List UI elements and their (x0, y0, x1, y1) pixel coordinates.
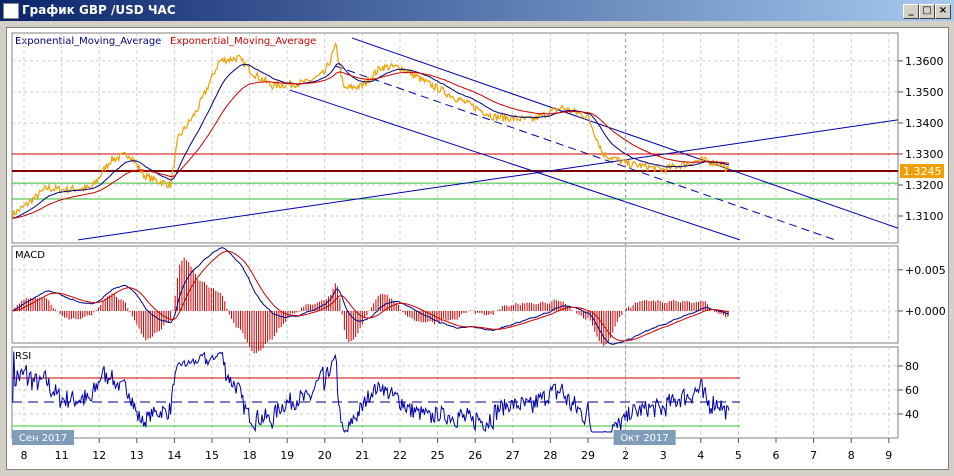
y-tick-label: +0.005 (905, 264, 946, 277)
trend-line (351, 37, 898, 229)
x-tick-label: 11 (55, 449, 69, 462)
x-tick-label: 12 (92, 449, 106, 462)
ema-slow-line (12, 71, 730, 219)
x-tick-label: 26 (468, 449, 482, 462)
x-tick-label: 6 (773, 449, 780, 462)
y-tick-label: 40 (905, 408, 919, 421)
month-label: Сен 2017 (19, 433, 67, 444)
x-tick-label: 15 (205, 449, 219, 462)
x-tick-label: 9 (885, 449, 892, 462)
legend-ema-slow: Exponential_Moving_Average (170, 36, 316, 47)
y-tick-label: 1.3600 (905, 55, 944, 68)
x-tick-label: 20 (318, 449, 332, 462)
chart-svg[interactable]: Exponential_Moving_Average Exponential_M… (0, 0, 954, 476)
x-tick-label: 22 (393, 449, 407, 462)
x-tick-label: 8 (848, 449, 855, 462)
rsi-title: RSI (15, 351, 31, 362)
y-tick-label: 1.3100 (905, 210, 944, 223)
y-tick-label: +0.000 (905, 305, 946, 318)
x-tick-label: 19 (280, 449, 294, 462)
y-tick-label: 80 (905, 360, 919, 373)
x-tick-label: 13 (130, 449, 144, 462)
macd-line (12, 247, 730, 345)
y-tick-label: 1.3400 (905, 117, 944, 130)
ema-fast-line (12, 63, 730, 219)
x-tick-label: 28 (543, 449, 557, 462)
pane-frame-m (11, 245, 899, 344)
price-line (12, 42, 730, 219)
rsi-line (12, 351, 730, 433)
trend-line (78, 119, 898, 241)
y-tick-label: 1.3500 (905, 86, 944, 99)
month-label: Окт 2017 (620, 433, 668, 444)
x-tick-label: 18 (243, 449, 257, 462)
x-tick-label: 25 (431, 449, 445, 462)
x-tick-label: 5 (735, 449, 742, 462)
x-tick-label: 14 (167, 449, 181, 462)
x-tick-label: 8 (21, 449, 28, 462)
current-price-label: 1.3245 (903, 165, 942, 178)
macd-signal-line (12, 250, 730, 342)
y-tick-label: 1.3200 (905, 179, 944, 192)
x-tick-label: 29 (581, 449, 595, 462)
y-tick-label: 60 (905, 384, 919, 397)
x-tick-label: 3 (660, 449, 667, 462)
y-tick-label: 1.3300 (905, 148, 944, 161)
macd-title: MACD (15, 250, 45, 261)
x-tick-label: 7 (810, 449, 817, 462)
x-tick-label: 4 (697, 449, 704, 462)
x-tick-label: 27 (506, 449, 520, 462)
legend-ema-fast: Exponential_Moving_Average (15, 36, 161, 47)
x-tick-label: 21 (355, 449, 369, 462)
pane-frame-p (11, 32, 899, 244)
